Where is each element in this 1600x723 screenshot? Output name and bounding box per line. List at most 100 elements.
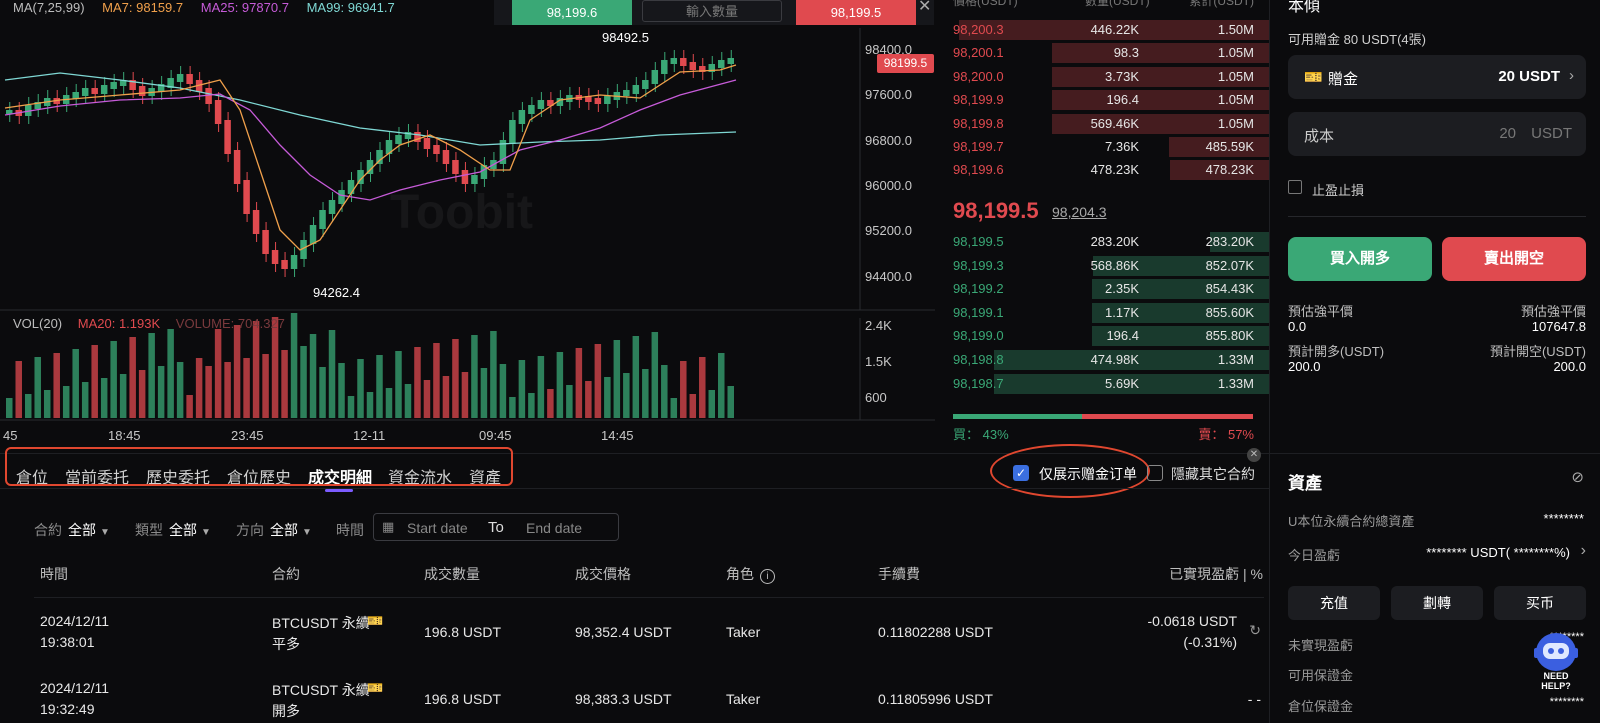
candle: [338, 190, 345, 204]
cost-input[interactable]: 成本 20 USDT: [1288, 112, 1586, 156]
bonus-selector[interactable]: 🎫 贈金 20 USDT ›: [1288, 55, 1586, 99]
type-filter-label: 類型: [135, 522, 163, 538]
tab-trade-history[interactable]: 成交明細: [308, 464, 372, 488]
col-time: 時間: [40, 566, 68, 582]
active-tab-indicator: [325, 489, 353, 492]
chevron-right-icon[interactable]: ›: [1581, 542, 1586, 560]
last-price-tag: 98199.5: [877, 54, 934, 73]
buy-sell-ratio-bar: [953, 414, 1253, 419]
quick-buy-button[interactable]: 98,199.6: [512, 0, 632, 25]
caret-down-icon: ▼: [100, 527, 110, 538]
ask-row[interactable]: 98,200.1 98.3 1.05M: [935, 42, 1269, 64]
candle: [110, 82, 117, 89]
col-role-label: 角色: [726, 566, 754, 582]
row-contract: BTCUSDT 永續: [272, 615, 370, 631]
quick-sell-button[interactable]: 98,199.5: [796, 0, 916, 25]
ask-row[interactable]: 98,199.6 478.23K 478.23K: [935, 159, 1269, 181]
volume-bar: [585, 381, 592, 418]
ob-price: 98,199.5: [953, 234, 1004, 249]
buy-long-button[interactable]: 買入開多: [1288, 237, 1432, 281]
row-time: 19:38:01: [40, 634, 95, 650]
hide-other-checkbox[interactable]: [1147, 465, 1163, 481]
volume-bar: [262, 354, 269, 418]
col-fee: 手續費: [878, 566, 920, 582]
volume-bar: [300, 346, 307, 418]
ob-price: 98,200.0: [953, 68, 1004, 84]
position-margin-label: 倉位保證金: [1288, 699, 1354, 714]
ask-row[interactable]: 98,199.7 7.36K 485.59K: [935, 136, 1269, 158]
row-fee: 0.11802288 USDT: [878, 624, 993, 640]
candle: [281, 260, 288, 269]
contract-filter[interactable]: 合約 全部 ▼: [34, 520, 110, 540]
ob-qty: 2.35K: [1105, 281, 1139, 297]
transfer-button[interactable]: 劃轉: [1391, 586, 1483, 620]
candle: [100, 85, 108, 94]
start-date-input[interactable]: Start date: [407, 520, 468, 536]
ask-row[interactable]: 98,200.3 446.22K 1.50M: [935, 19, 1269, 41]
tab-positions[interactable]: 倉位: [16, 464, 48, 488]
bid-row[interactable]: 98,199.0 196.4 855.80K: [935, 325, 1269, 347]
type-filter[interactable]: 類型 全部 ▼: [135, 520, 211, 540]
volume-bar: [328, 330, 336, 418]
buy-crypto-button[interactable]: 买币: [1494, 586, 1586, 620]
bid-row[interactable]: 98,199.5 283.20K 283.20K: [935, 231, 1269, 253]
direction-filter-value: 全部: [270, 522, 298, 538]
tab-position-history[interactable]: 倉位歷史: [227, 464, 291, 488]
volume-bar: [490, 331, 497, 418]
sell-short-button[interactable]: 賣出開空: [1442, 237, 1586, 281]
volume-bar: [604, 377, 611, 418]
bid-row[interactable]: 98,199.3 568.86K 852.07K: [935, 255, 1269, 277]
deposit-button[interactable]: 充值: [1288, 586, 1380, 620]
eye-off-icon[interactable]: ⊘: [1571, 468, 1584, 486]
only-bonus-checkbox[interactable]: ✓: [1013, 465, 1029, 481]
ask-row[interactable]: 98,199.9 196.4 1.05M: [935, 89, 1269, 111]
records-panel: 倉位 當前委托 歷史委托 倉位歷史 成交明細 資金流水 資產 ✓ 仅展示赠金订单…: [0, 444, 1269, 723]
trade-panel: 本傾 可用贈金 80 USDT(4張) 🎫 贈金 20 USDT › 成本 20…: [1269, 0, 1600, 453]
ob-price: 98,199.7: [953, 139, 1004, 154]
ask-row[interactable]: 98,200.0 3.73K 1.05M: [935, 66, 1269, 88]
bid-row[interactable]: 98,199.1 1.17K 855.60K: [935, 302, 1269, 324]
price-tick-label: 95200.0: [865, 223, 912, 239]
volume-bar: [404, 384, 412, 418]
volume-bar: [433, 343, 440, 418]
calendar-icon: ▦: [382, 519, 395, 534]
tab-order-history[interactable]: 歷史委托: [146, 464, 210, 488]
cost-unit: USDT: [1531, 125, 1572, 142]
price-tick-label: 96000.0: [865, 177, 912, 193]
ob-price: 98,199.1: [953, 304, 1004, 320]
end-date-input[interactable]: End date: [526, 520, 582, 536]
quick-qty-input[interactable]: 輸入數量: [642, 0, 782, 22]
bid-row[interactable]: 98,198.8 474.98K 1.33M: [935, 349, 1269, 371]
volume-bar: [689, 394, 697, 418]
volume-bar: [62, 386, 70, 418]
ask-row[interactable]: 98,199.8 569.46K 1.05M: [935, 113, 1269, 135]
only-bonus-label: 仅展示赠金订单: [1039, 466, 1137, 482]
date-range-picker[interactable]: ▦ Start date To End date: [373, 513, 619, 541]
info-icon[interactable]: i: [760, 569, 775, 584]
ob-qty: 196.4: [1106, 92, 1139, 108]
bid-row[interactable]: 98,199.2 2.35K 854.43K: [935, 278, 1269, 300]
buy-ratio-fill: [953, 414, 1082, 419]
tab-funding-flow[interactable]: 資金流水: [388, 464, 452, 488]
volume-bar: [110, 341, 117, 418]
tab-open-orders[interactable]: 當前委托: [65, 464, 129, 488]
share-icon[interactable]: ↻: [1249, 622, 1261, 639]
tpsl-checkbox[interactable]: [1288, 180, 1302, 194]
help-bot-button[interactable]: NEED HELP?: [1528, 626, 1584, 691]
ob-total: 1.05M: [1217, 115, 1254, 131]
candle: [509, 120, 516, 144]
close-icon[interactable]: ✕: [1247, 448, 1261, 462]
direction-filter[interactable]: 方向 全部 ▼: [236, 520, 312, 540]
mark-price[interactable]: 98,204.3: [1052, 204, 1107, 220]
tab-assets[interactable]: 資產: [469, 464, 501, 488]
candle: [328, 200, 336, 214]
bid-row[interactable]: 98,198.7 5.69K 1.33M: [935, 373, 1269, 395]
volume-bar: [376, 355, 383, 418]
close-icon[interactable]: ✕: [918, 0, 931, 16]
row-pnl: - -: [1247, 691, 1261, 707]
col-price: 成交價格: [575, 566, 631, 582]
volume-bar: [347, 396, 355, 418]
buy-ratio: 買： 43%: [953, 427, 1009, 442]
price-chart[interactable]: MA(7,25,99) MA7: 98159.7 MA25: 97870.7 M…: [0, 0, 935, 453]
ticket-icon: 🎫: [367, 613, 384, 628]
